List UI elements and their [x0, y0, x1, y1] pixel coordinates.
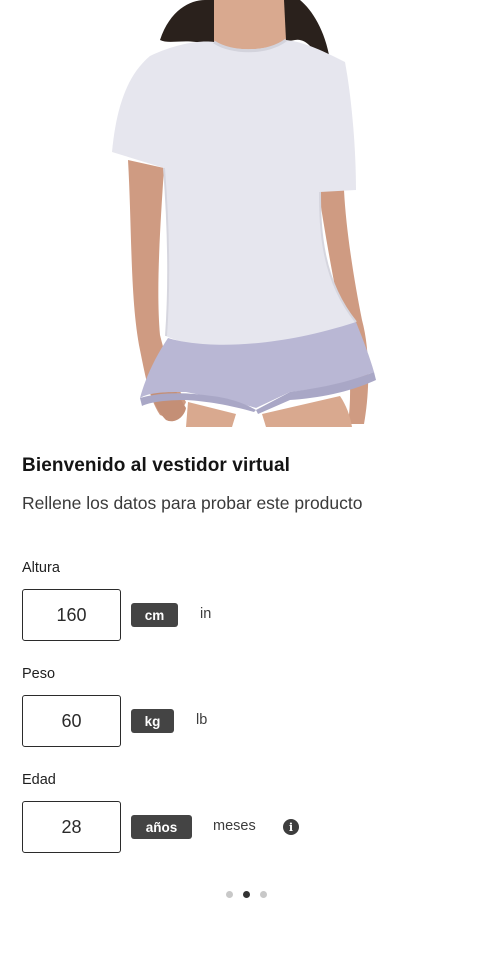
- weight-label: Peso: [22, 666, 56, 682]
- age-input[interactable]: 28: [22, 801, 121, 853]
- page-dot-3[interactable]: [259, 891, 267, 898]
- fitting-form: Bienvenido al vestidor virtual Rellene l…: [0, 427, 492, 956]
- unit-months-button[interactable]: meses: [213, 818, 256, 834]
- page-dot-1[interactable]: [225, 891, 233, 898]
- unit-in-button[interactable]: in: [200, 606, 211, 622]
- unit-years-button[interactable]: años: [131, 815, 192, 839]
- age-label: Edad: [22, 772, 56, 788]
- page-dot-2-active[interactable]: [242, 891, 250, 898]
- height-input[interactable]: 160: [22, 589, 121, 641]
- page-indicator: [0, 891, 492, 898]
- unit-kg-button[interactable]: kg: [131, 709, 174, 733]
- page-title: Bienvenido al vestidor virtual: [22, 455, 291, 476]
- info-icon[interactable]: i: [283, 819, 299, 835]
- weight-input[interactable]: 60: [22, 695, 121, 747]
- unit-cm-button[interactable]: cm: [131, 603, 178, 627]
- unit-lb-button[interactable]: lb: [196, 712, 207, 728]
- height-label: Altura: [22, 560, 60, 576]
- product-image: [0, 0, 492, 427]
- page-subtitle: Rellene los datos para probar este produ…: [22, 493, 363, 513]
